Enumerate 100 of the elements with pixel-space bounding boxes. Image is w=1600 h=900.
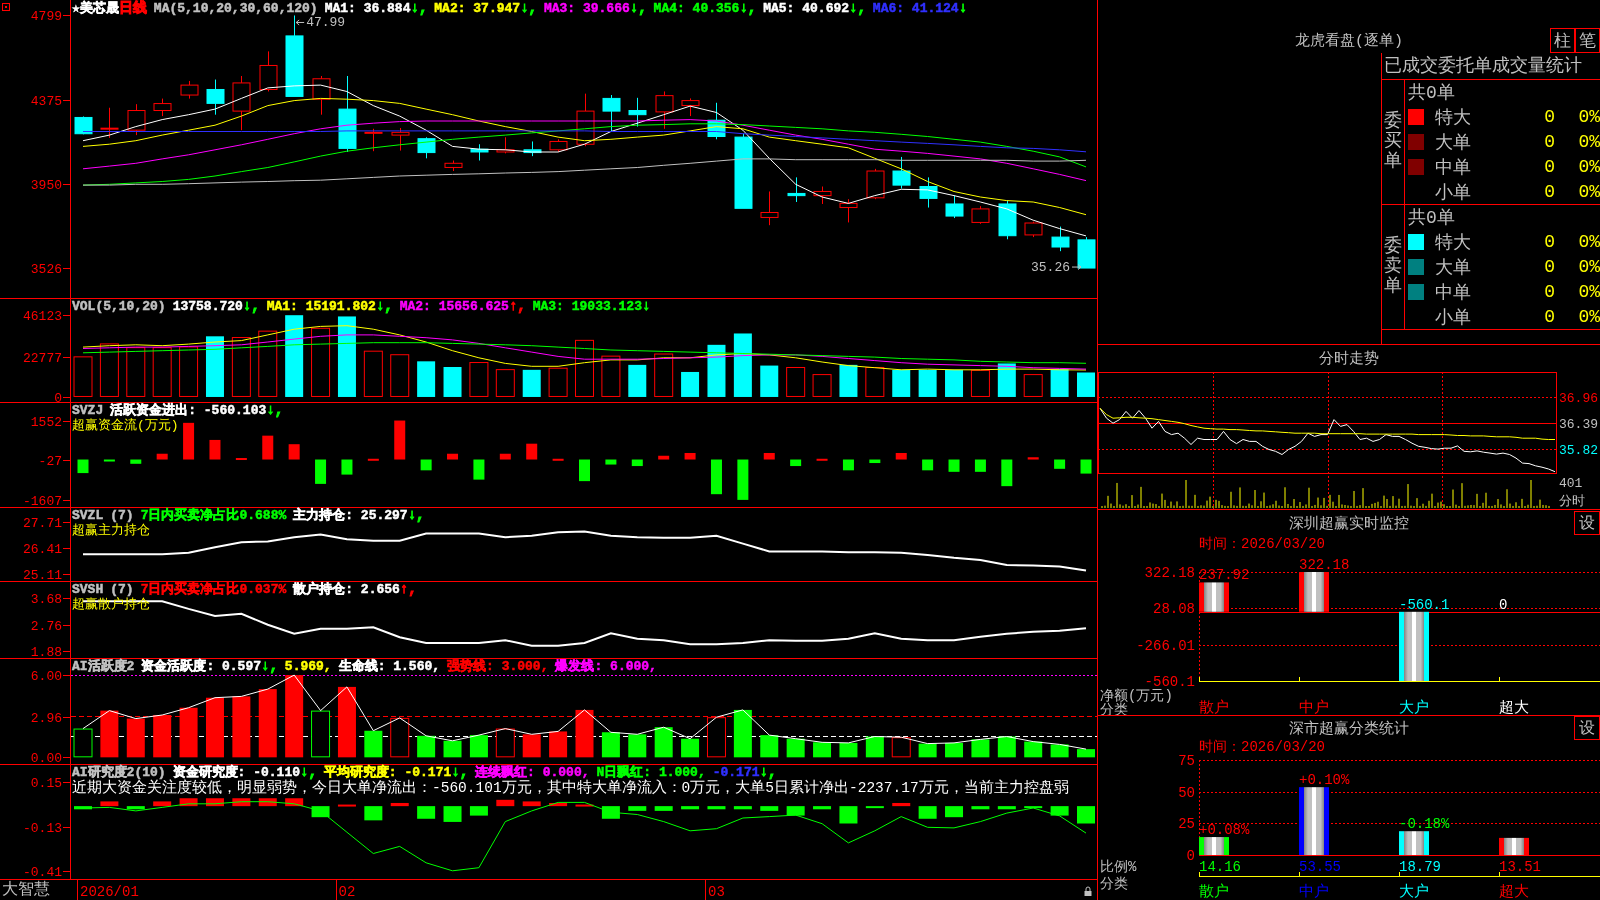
research-bar	[100, 801, 119, 807]
fund-flow-bar	[77, 459, 89, 474]
legend-text: ↓,	[407, 508, 425, 523]
legend-text: ↓,	[629, 1, 647, 16]
data-label: 13.51	[1499, 859, 1541, 875]
order-share: 0%	[1577, 107, 1600, 128]
legend-text: 主力持仓: 25.297	[293, 508, 408, 523]
view-mode-button[interactable]: 笔	[1575, 28, 1600, 53]
legend-text: 生命线: 1.560,	[338, 659, 441, 674]
legend-text: 活跃资金进出: -560.103	[110, 403, 267, 418]
axis-tick-label: 36.96	[1559, 391, 1598, 407]
axis-tick-label: 3526	[30, 262, 62, 277]
panel-title: 分时走势	[1319, 349, 1379, 368]
candlestick	[470, 143, 489, 161]
fund-flow-bar	[790, 459, 802, 467]
research-bar	[258, 798, 277, 807]
candlestick	[892, 156, 911, 189]
legend-text: 强势线: 3.000,	[447, 659, 549, 674]
research-bar	[813, 806, 832, 810]
app-name: 大智慧	[2, 881, 50, 899]
group-label: 委卖单	[1384, 237, 1402, 297]
fund-flow-bar	[315, 459, 327, 484]
research-bar	[311, 806, 330, 818]
fund-flow-bar	[526, 443, 538, 460]
fund-flow-bar	[209, 439, 221, 460]
panel-title: 龙虎看盘(逐单)	[1295, 31, 1403, 50]
axis-tick-label: 0	[1186, 848, 1195, 864]
research-bar	[205, 798, 224, 807]
axis-tick-label: 22777	[23, 351, 62, 366]
category-label: 散户	[1199, 884, 1229, 900]
price-annotation: 47.99	[306, 15, 346, 31]
axis-tick-label: 46123	[23, 309, 62, 324]
research-bar	[549, 803, 568, 807]
change-label: -0.18%	[1399, 816, 1450, 833]
bar	[1199, 582, 1229, 612]
legend-text: (7)	[110, 508, 134, 523]
settings-button[interactable]: 设	[1574, 511, 1600, 535]
fund-flow-bar	[1054, 459, 1066, 469]
legend-text: ↓,	[849, 1, 866, 16]
fund-flow-bar	[631, 459, 643, 467]
legend-text: ↓,	[300, 765, 317, 780]
settings-button[interactable]: 设	[1574, 716, 1600, 740]
research-bar	[337, 804, 356, 807]
legend-text: 5.969,	[284, 659, 332, 674]
legend-text: SVSH	[72, 582, 104, 597]
axis-tick-label: -1607	[23, 494, 62, 508]
fund-flow-bar	[710, 459, 722, 495]
axis-tick-label: -0.41	[23, 865, 62, 880]
research-bar	[1050, 806, 1069, 816]
order-share: 0%	[1577, 156, 1600, 177]
legend-text: ★美芯晟	[72, 1, 119, 16]
legend-text: 7日内买卖净占比0.688%	[140, 508, 287, 523]
research-bar	[654, 806, 673, 811]
price-annotation: 35.26	[1031, 260, 1070, 276]
candlestick	[813, 186, 832, 205]
order-count: 0	[1543, 232, 1555, 253]
fund-flow-bar	[473, 459, 485, 480]
candlestick	[681, 97, 700, 117]
axis-tick-label: 4799	[30, 9, 62, 24]
fund-flow-bar	[605, 459, 617, 465]
axis-tick-label: 3950	[30, 178, 62, 193]
order-share: 0%	[1577, 232, 1600, 253]
fund-flow-bar	[1027, 457, 1039, 460]
fund-flow-bar	[288, 444, 300, 460]
legend-text: MA4: 40.356	[653, 1, 740, 16]
research-bar	[390, 803, 409, 807]
research-bar	[1024, 806, 1043, 809]
view-mode-button[interactable]: 柱	[1550, 28, 1575, 53]
legend-text: 平均研究度: -0.171	[323, 765, 452, 780]
candlestick	[391, 127, 410, 152]
order-count: 0	[1543, 181, 1555, 202]
research-bar	[707, 806, 726, 810]
fund-flow-bar	[1001, 459, 1013, 487]
fund-flow-bar	[130, 459, 142, 464]
legend-text: ↓,	[451, 765, 469, 780]
fund-flow-bar	[658, 455, 670, 460]
research-bar	[285, 798, 304, 807]
candlestick	[1051, 226, 1070, 252]
table-title: 已成交委托单成交量统计	[1382, 53, 1600, 80]
fund-flow-bar	[552, 458, 564, 461]
candlestick	[259, 50, 278, 92]
group-label: 委买单	[1384, 112, 1402, 172]
research-bar	[469, 806, 488, 816]
fund-flow-bar	[103, 459, 115, 462]
category-label: 超大	[1499, 700, 1529, 715]
axis-tick-label: 36.39	[1559, 417, 1598, 433]
fund-flow-bar	[895, 453, 907, 460]
research-bar	[364, 806, 383, 821]
order-size-label: 特大	[1435, 107, 1472, 130]
legend-text: AI研究度2(10)	[72, 765, 166, 780]
data-label: 0	[1499, 596, 1508, 613]
fund-flow-bar	[579, 459, 590, 482]
legend-text: MA3: 39.666	[543, 1, 630, 16]
fund-flow-bar	[763, 453, 775, 460]
legend-text: ↓,	[410, 1, 428, 16]
candlestick	[866, 168, 885, 200]
date-label: 03	[708, 884, 725, 900]
axis-tick-label: -27	[38, 454, 62, 469]
legend-text: 日线	[118, 1, 147, 16]
date-label: 2026/01	[80, 884, 139, 900]
